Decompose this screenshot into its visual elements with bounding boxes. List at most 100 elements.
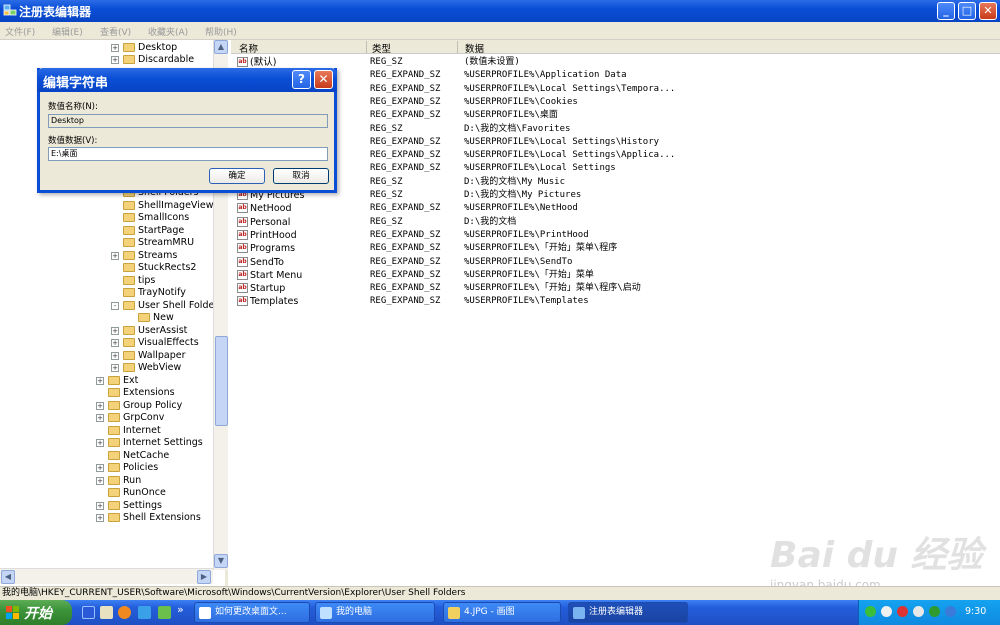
column-header-data[interactable]: 数据 (465, 41, 484, 55)
value-type: REG_EXPAND_SZ (370, 229, 441, 240)
expand-icon[interactable]: + (96, 377, 104, 385)
clock[interactable]: 9:30 (965, 606, 986, 617)
expand-icon[interactable]: + (96, 402, 104, 410)
value-type: REG_EXPAND_SZ (370, 269, 441, 280)
registry-editor-icon (3, 4, 17, 16)
value-data-label: 数值数据(V): (48, 136, 98, 146)
value-row[interactable]: ab Start Menu REG_EXPAND_SZ %USERPROFILE%\「… (231, 269, 1000, 282)
tree-item-label: Ext (123, 375, 139, 386)
value-type: REG_EXPAND_SZ (370, 150, 441, 161)
cancel-button[interactable]: 取消 (273, 168, 329, 184)
media-player-icon[interactable] (100, 606, 113, 619)
value-row[interactable]: abREG_EXPAND_SZ%USERPROFILE%\桌面 (231, 109, 1000, 122)
expand-icon[interactable]: + (96, 439, 104, 447)
column-divider[interactable] (457, 41, 458, 53)
expand-icon[interactable]: + (96, 502, 104, 510)
value-row[interactable]: abREG_EXPAND_SZ%USERPROFILE%\Local Setti… (231, 149, 1000, 162)
scroll-right-arrow-icon[interactable]: ▶ (197, 570, 211, 584)
antivirus-icon[interactable] (929, 606, 940, 617)
menu-edit[interactable]: 编辑(E) (52, 25, 83, 38)
edit-string-dialog[interactable]: 编辑字符串 ? ✕ 数值名称(N): Desktop 数值数据(V): E:\桌… (37, 68, 337, 193)
ok-button[interactable]: 确定 (209, 168, 265, 184)
value-data: %USERPROFILE%\SendTo (464, 256, 573, 267)
folder-icon (108, 426, 120, 435)
value-row[interactable]: abREG_SZD:\我的文档\My Music (231, 176, 1000, 189)
value-row[interactable]: ab My Pictures REG_SZ D:\我的文档\My Pictures (231, 189, 1000, 202)
expand-icon[interactable]: + (96, 477, 104, 485)
expand-icon[interactable]: + (111, 339, 119, 347)
help-button[interactable]: ? (292, 70, 311, 89)
show-desktop-icon[interactable] (82, 606, 95, 619)
task-registry-editor[interactable]: 注册表编辑器 (568, 602, 688, 623)
menu-favorites[interactable]: 收藏夹(A) (148, 25, 188, 38)
collapse-icon[interactable]: - (111, 302, 119, 310)
tree-scroll-thumb[interactable] (215, 336, 228, 426)
dialog-titlebar[interactable]: 编辑字符串 ? ✕ (37, 68, 337, 92)
value-row[interactable]: ab (默认) REG_SZ (数值未设置) (231, 56, 1000, 69)
value-row[interactable]: abREG_EXPAND_SZ%USERPROFILE%\Application… (231, 69, 1000, 82)
tree-horizontal-scrollbar[interactable]: ◀ ▶ (0, 568, 213, 584)
value-row[interactable]: ab Templates REG_EXPAND_SZ %USERPROFILE%\Te… (231, 295, 1000, 308)
start-label: 开始 (24, 606, 52, 622)
task-how-to-change-desktop[interactable]: 如何更改桌面文... (194, 602, 310, 623)
value-row[interactable]: abREG_EXPAND_SZ%USERPROFILE%\Local Setti… (231, 83, 1000, 96)
dialog-title: 编辑字符串 (43, 76, 109, 91)
value-row[interactable]: abREG_EXPAND_SZ%USERPROFILE%\Local Setti… (231, 162, 1000, 175)
dialog-close-button[interactable]: ✕ (314, 70, 333, 89)
expand-icon[interactable]: + (111, 364, 119, 372)
volume-icon[interactable] (913, 606, 924, 617)
value-row[interactable]: ab Programs REG_EXPAND_SZ %USERPROFILE%\「开始… (231, 242, 1000, 255)
string-value-icon: ab (237, 229, 248, 240)
menu-view[interactable]: 查看(V) (100, 25, 131, 38)
folder-icon (123, 301, 135, 310)
quicklaunch-overflow-icon[interactable]: » (177, 603, 184, 616)
values-list[interactable]: 名称 类型 数据 ab(默认)REG_SZ(数值未设置)abREG_EXPAND… (231, 40, 1000, 586)
value-row[interactable]: ab SendTo REG_EXPAND_SZ %USERPROFILE%\SendT… (231, 256, 1000, 269)
value-name: Programs (250, 243, 296, 255)
maximize-button[interactable]: □ (958, 2, 976, 20)
value-row[interactable]: abREG_EXPAND_SZ%USERPROFILE%\Cookies (231, 96, 1000, 109)
expand-icon[interactable]: + (96, 464, 104, 472)
browser-icon[interactable] (118, 606, 131, 619)
task-my-computer[interactable]: 我的电脑 (315, 602, 435, 623)
value-data: %USERPROFILE%\PrintHood (464, 229, 589, 240)
scroll-left-arrow-icon[interactable]: ◀ (1, 570, 15, 584)
tree-item-label: NetCache (123, 450, 170, 461)
minimize-button[interactable]: _ (937, 2, 955, 20)
close-button[interactable]: ✕ (979, 2, 997, 20)
column-divider[interactable] (366, 41, 367, 53)
value-row[interactable]: ab Startup REG_EXPAND_SZ %USERPROFILE%\「开始」… (231, 282, 1000, 295)
quicklaunch-icon[interactable] (158, 606, 171, 619)
network-icon[interactable] (865, 606, 876, 617)
start-button[interactable]: 开始 (0, 600, 72, 625)
value-row[interactable]: ab PrintHood REG_EXPAND_SZ %USERPROFILE%\Pr… (231, 229, 1000, 242)
value-row[interactable]: abREG_EXPAND_SZ%USERPROFILE%\Local Setti… (231, 136, 1000, 149)
security-icon[interactable] (897, 606, 908, 617)
column-header-type[interactable]: 类型 (372, 41, 391, 55)
expand-icon[interactable]: + (96, 414, 104, 422)
menu-help[interactable]: 帮助(H) (205, 25, 237, 38)
menu-file[interactable]: 文件(F) (5, 25, 35, 38)
expand-icon[interactable]: + (96, 514, 104, 522)
column-header-name[interactable]: 名称 (239, 41, 258, 55)
string-value-icon: ab (237, 256, 248, 267)
value-data-input[interactable]: E:\桌面 (48, 147, 328, 161)
input-method-icon[interactable] (945, 606, 956, 617)
expand-icon[interactable]: + (111, 44, 119, 52)
expand-icon[interactable]: + (111, 56, 119, 64)
task-paint[interactable]: 4.JPG - 画图 (443, 602, 561, 623)
tray-app-icon[interactable] (881, 606, 892, 617)
string-value-icon: ab (237, 296, 248, 307)
expand-icon[interactable]: + (111, 352, 119, 360)
expand-icon[interactable]: + (111, 252, 119, 260)
value-row[interactable]: ab Personal REG_SZ D:\我的文档 (231, 216, 1000, 229)
scroll-down-arrow-icon[interactable]: ▼ (214, 554, 228, 568)
ie-icon[interactable] (138, 606, 151, 619)
window-titlebar[interactable]: 注册表编辑器 _ □ ✕ (0, 0, 1000, 22)
folder-icon (108, 513, 120, 522)
scroll-up-arrow-icon[interactable]: ▲ (214, 40, 228, 54)
expand-icon[interactable]: + (111, 327, 119, 335)
value-row[interactable]: abREG_SZD:\我的文档\Favorites (231, 123, 1000, 136)
value-row[interactable]: ab NetHood REG_EXPAND_SZ %USERPROFILE%\NetH… (231, 202, 1000, 215)
value-name-label: 数值名称(N): (48, 102, 98, 112)
